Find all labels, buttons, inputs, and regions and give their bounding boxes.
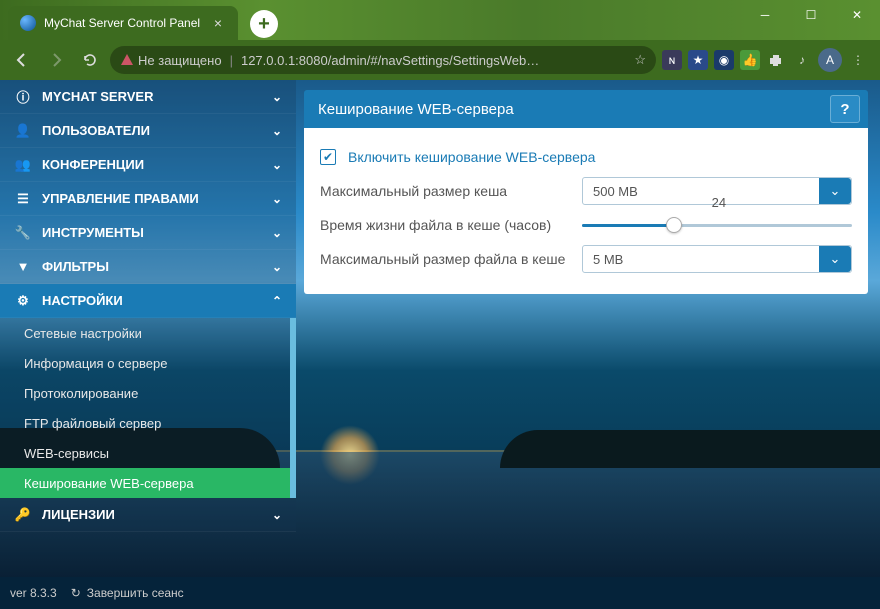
browser-tab[interactable]: MyChat Server Control Panel × bbox=[8, 6, 238, 40]
address-bar[interactable]: Не защищено | 127.0.0.1:8080/admin/#/nav… bbox=[110, 46, 656, 74]
minimize-button[interactable]: ─ bbox=[742, 0, 788, 30]
music-icon[interactable]: ♪ bbox=[792, 50, 812, 70]
close-icon[interactable]: × bbox=[210, 15, 226, 31]
chevron-down-icon: ⌄ bbox=[272, 508, 282, 522]
max-cache-label: Максимальный размер кеша bbox=[320, 183, 570, 199]
enable-cache-label: Включить кеширование WEB-сервера bbox=[348, 149, 595, 165]
footer: ver 8.3.3 ↻ Завершить сеанс bbox=[0, 577, 880, 609]
chevron-down-icon: ⌄ bbox=[272, 260, 282, 274]
new-tab-button[interactable]: + bbox=[250, 10, 278, 38]
sub-network[interactable]: Сетевые настройки bbox=[0, 318, 296, 348]
filter-icon: ▼ bbox=[14, 259, 32, 274]
sub-server-info[interactable]: Информация о сервере bbox=[0, 348, 296, 378]
chevron-up-icon: ⌃ bbox=[272, 294, 282, 308]
sidebar-item-filters[interactable]: ▼ ФИЛЬТРЫ ⌄ bbox=[0, 250, 296, 284]
max-file-select[interactable]: 5 MB ⌄ bbox=[582, 245, 852, 273]
menu-icon[interactable]: ⋮ bbox=[848, 50, 868, 70]
sidebar-item-tools[interactable]: 🔧 ИНСТРУМЕНТЫ ⌄ bbox=[0, 216, 296, 250]
list-icon: ☰ bbox=[14, 191, 32, 207]
info-icon: ⓘ bbox=[14, 87, 32, 106]
profile-avatar[interactable]: A bbox=[818, 48, 842, 72]
sidebar-subnav: Сетевые настройки Информация о сервере П… bbox=[0, 318, 296, 498]
wrench-icon: 🔧 bbox=[14, 225, 32, 241]
insecure-badge: Не защищено bbox=[120, 53, 222, 68]
close-window-button[interactable]: ✕ bbox=[834, 0, 880, 30]
ext-new-icon[interactable]: ɴ bbox=[662, 50, 682, 70]
back-button[interactable] bbox=[8, 46, 36, 74]
warning-icon bbox=[120, 53, 134, 67]
sub-logging[interactable]: Протоколирование bbox=[0, 378, 296, 408]
chevron-down-icon: ⌄ bbox=[272, 226, 282, 240]
chevron-down-icon: ⌄ bbox=[819, 178, 851, 204]
users-icon: 👥 bbox=[14, 157, 32, 173]
maximize-button[interactable]: ☐ bbox=[788, 0, 834, 30]
puzzle-icon[interactable] bbox=[766, 50, 786, 70]
sidebar-item-rights[interactable]: ☰ УПРАВЛЕНИЕ ПРАВАМИ ⌄ bbox=[0, 182, 296, 216]
chevron-down-icon: ⌄ bbox=[272, 124, 282, 138]
sub-web-services[interactable]: WEB-сервисы bbox=[0, 438, 296, 468]
browser-chrome: MyChat Server Control Panel × + ─ ☐ ✕ Не… bbox=[0, 0, 880, 80]
panel-title: Кеширование WEB-сервера bbox=[318, 101, 514, 118]
ext-thumb-icon[interactable]: 👍 bbox=[740, 50, 760, 70]
enable-cache-checkbox[interactable]: ✔ bbox=[320, 149, 336, 165]
sidebar: ⓘ MYCHAT SERVER ⌄ 👤 ПОЛЬЗОВАТЕЛИ ⌄ 👥 КОН… bbox=[0, 80, 296, 609]
logout-button[interactable]: ↻ Завершить сеанс bbox=[71, 586, 184, 600]
panel-body: ✔ Включить кеширование WEB-сервера Макси… bbox=[304, 128, 868, 294]
ttl-value: 24 bbox=[712, 195, 726, 210]
version-label: ver 8.3.3 bbox=[10, 586, 57, 600]
sub-ftp[interactable]: FTP файловый сервер bbox=[0, 408, 296, 438]
ttl-slider[interactable]: 24 bbox=[582, 211, 852, 239]
gears-icon: ⚙ bbox=[14, 293, 32, 309]
forward-button[interactable] bbox=[42, 46, 70, 74]
ext-star-icon[interactable]: ★ bbox=[688, 50, 708, 70]
max-file-label: Максимальный размер файла в кеше bbox=[320, 251, 570, 267]
tab-title: MyChat Server Control Panel bbox=[44, 16, 200, 30]
logout-icon: ↻ bbox=[71, 586, 81, 600]
chevron-down-icon: ⌄ bbox=[272, 158, 282, 172]
ext-globe-icon[interactable]: ◉ bbox=[714, 50, 734, 70]
help-button[interactable]: ? bbox=[830, 95, 860, 123]
globe-icon bbox=[20, 15, 36, 31]
sub-web-cache[interactable]: Кеширование WEB-сервера bbox=[0, 468, 296, 498]
ttl-label: Время жизни файла в кеше (часов) bbox=[320, 217, 570, 233]
sidebar-item-users[interactable]: 👤 ПОЛЬЗОВАТЕЛИ ⌄ bbox=[0, 114, 296, 148]
user-icon: 👤 bbox=[14, 123, 32, 139]
sidebar-item-licenses[interactable]: 🔑 ЛИЦЕНЗИИ ⌄ bbox=[0, 498, 296, 532]
star-icon[interactable]: ☆ bbox=[634, 52, 646, 68]
sidebar-item-conferences[interactable]: 👥 КОНФЕРЕНЦИИ ⌄ bbox=[0, 148, 296, 182]
panel-header: Кеширование WEB-сервера ? bbox=[304, 90, 868, 128]
key-icon: 🔑 bbox=[14, 507, 32, 523]
chevron-down-icon: ⌄ bbox=[272, 90, 282, 104]
url-text: 127.0.0.1:8080/admin/#/navSettings/Setti… bbox=[241, 53, 539, 68]
sidebar-item-server[interactable]: ⓘ MYCHAT SERVER ⌄ bbox=[0, 80, 296, 114]
chevron-down-icon: ⌄ bbox=[272, 192, 282, 206]
extensions-row: ɴ ★ ◉ 👍 ♪ A ⋮ bbox=[662, 48, 872, 72]
reload-button[interactable] bbox=[76, 46, 104, 74]
chevron-down-icon: ⌄ bbox=[819, 246, 851, 272]
sidebar-item-settings[interactable]: ⚙ НАСТРОЙКИ ⌃ bbox=[0, 284, 296, 318]
content-area: Кеширование WEB-сервера ? ✔ Включить кеш… bbox=[296, 80, 880, 609]
